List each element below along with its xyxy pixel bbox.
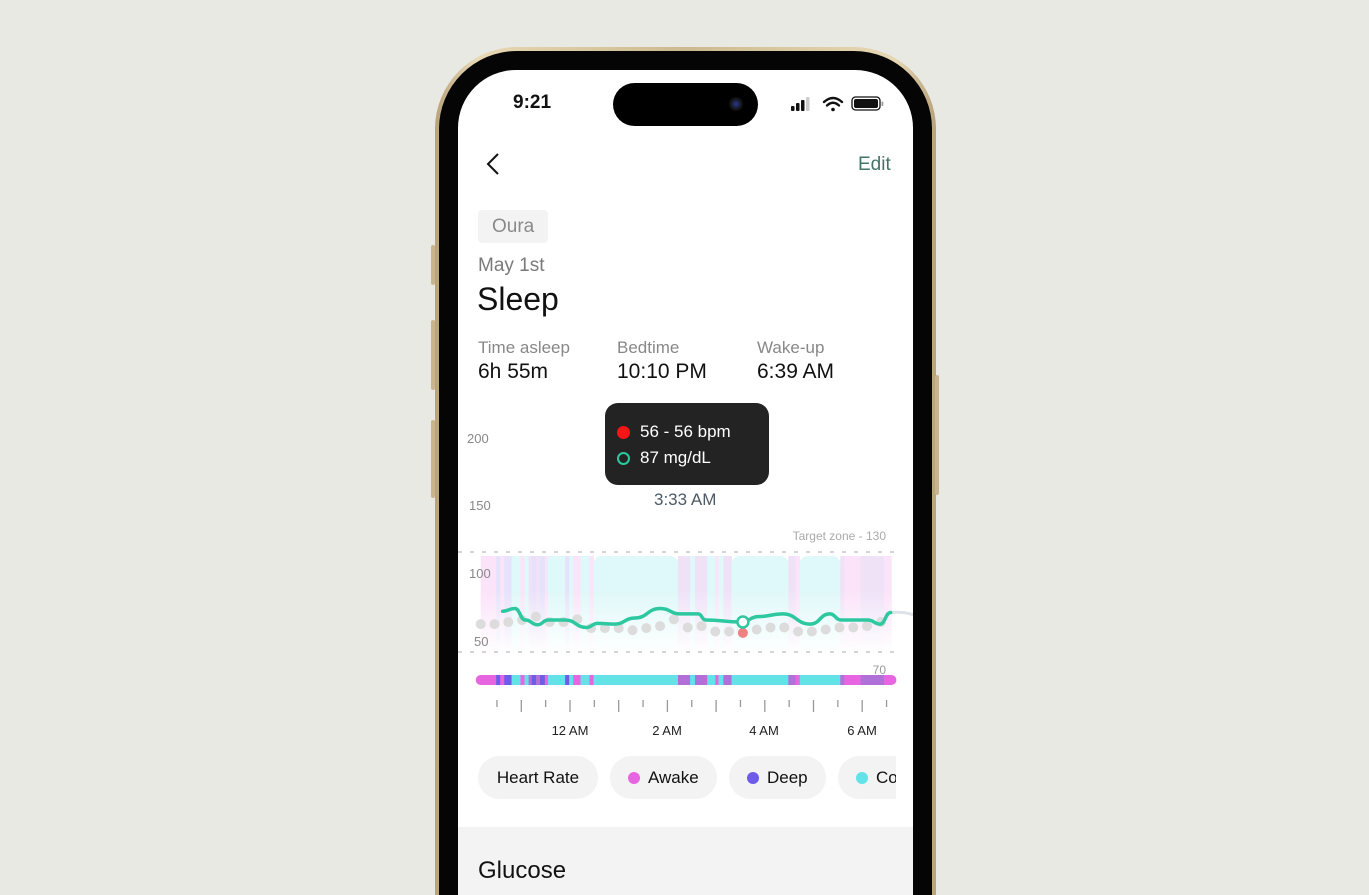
stage-segment-core xyxy=(718,675,724,685)
stage-segment-rem xyxy=(840,675,845,685)
stage-segment-core xyxy=(548,675,566,685)
heart-rate-dot xyxy=(779,622,790,633)
stage-segment-rem xyxy=(535,675,541,685)
heart-rate-dot xyxy=(710,626,721,637)
heart-rate-dot xyxy=(627,625,638,636)
stage-segment-rem xyxy=(677,675,691,685)
stage-segment-deep xyxy=(496,675,501,685)
stage-segment-awake xyxy=(573,675,581,685)
stage-segment-awake xyxy=(844,675,861,685)
stage-segment-core xyxy=(524,675,529,685)
heart-rate-dot-icon xyxy=(617,425,630,439)
heart-rate-dot xyxy=(793,626,804,637)
tooltip-glucose: 87 mg/dL xyxy=(640,448,711,467)
stage-segment-core xyxy=(511,675,521,685)
legend-pills-scroller[interactable]: Heart Rate Awake Deep Co xyxy=(458,750,896,810)
stage-segment-deep xyxy=(565,675,570,685)
heart-rate-dot xyxy=(489,619,500,630)
core-dot-icon xyxy=(856,771,868,784)
pill-label: Co xyxy=(876,767,896,787)
stage-segment-core xyxy=(799,675,841,685)
glucose-ring-icon xyxy=(617,451,630,465)
stage-segment-deep xyxy=(531,675,537,685)
stage-segment-rem xyxy=(528,675,533,685)
heart-rate-dot xyxy=(724,626,735,637)
x-tick-12am: 12 AM xyxy=(552,723,589,738)
stage-segment-core xyxy=(707,675,716,685)
y-tick-150: 150 xyxy=(469,498,491,513)
heart-rate-dot xyxy=(503,617,514,628)
heart-rate-dot xyxy=(862,621,873,632)
stage-segment-awake xyxy=(520,675,525,685)
chart-tooltip: 56 - 56 bpm 87 mg/dL xyxy=(605,403,769,485)
stage-segment-rem xyxy=(788,675,796,685)
pill-core[interactable]: Co xyxy=(838,756,896,799)
stage-segment-rem xyxy=(723,675,732,685)
stage-bar-end-cap xyxy=(886,675,897,685)
heart-rate-dot xyxy=(641,623,652,634)
stage-segment-core xyxy=(690,675,696,685)
tooltip-heart-rate: 56 - 56 bpm xyxy=(640,422,731,441)
pill-label: Deep xyxy=(767,767,808,787)
glucose-highlight-marker[interactable] xyxy=(736,615,750,629)
heart-rate-dot xyxy=(655,621,666,632)
heart-rate-dot xyxy=(530,611,541,622)
stage-segment-core xyxy=(593,675,679,685)
stage-segment-awake xyxy=(795,675,801,685)
stage-segment-core xyxy=(569,675,574,685)
sleep-stage-bar xyxy=(475,675,897,685)
stage-segment-awake xyxy=(544,675,549,685)
x-tick-4am: 4 AM xyxy=(749,723,779,738)
heart-rate-dot xyxy=(696,621,707,632)
stage-segment-core xyxy=(731,675,789,685)
x-axis-ticks xyxy=(496,700,888,712)
pill-deep[interactable]: Deep xyxy=(729,756,826,799)
stage-bar-start-cap xyxy=(475,675,486,685)
x-tick-6am: 6 AM xyxy=(847,723,877,738)
heart-rate-dot xyxy=(737,627,748,638)
heart-rate-dot xyxy=(682,622,693,633)
stage-segment-deep xyxy=(504,675,512,685)
target-zone-label: Target zone - 130 xyxy=(793,529,887,543)
x-tick-2am: 2 AM xyxy=(652,723,682,738)
glucose-section-title: Glucose xyxy=(478,857,567,884)
heart-rate-dot xyxy=(475,619,486,630)
heart-rate-dot xyxy=(806,626,817,637)
heart-rate-dot xyxy=(765,622,776,633)
stage-segment-awake xyxy=(589,675,594,685)
stage-bar-label: 70 xyxy=(873,663,887,677)
stage-segment-rem xyxy=(694,675,708,685)
stage-segment-core xyxy=(580,675,590,685)
stage-segment-awake xyxy=(500,675,505,685)
y-tick-200: 200 xyxy=(467,431,489,446)
deep-dot-icon xyxy=(747,771,759,784)
heart-rate-dot xyxy=(820,624,831,635)
pill-heart-rate[interactable]: Heart Rate xyxy=(478,756,598,799)
awake-dot-icon xyxy=(628,771,640,784)
stage-segment-deep xyxy=(539,675,546,685)
stage-segment-awake xyxy=(715,675,719,685)
pill-label: Awake xyxy=(648,767,699,787)
tooltip-time: 3:33 AM xyxy=(654,490,717,509)
heart-rate-dot xyxy=(834,622,845,633)
heart-rate-dot xyxy=(668,614,679,625)
heart-rate-dot xyxy=(751,624,762,635)
heart-rate-dot xyxy=(848,622,859,633)
y-tick-100: 100 xyxy=(469,566,491,581)
pill-awake[interactable]: Awake xyxy=(610,756,717,799)
y-tick-50: 50 xyxy=(474,634,488,649)
pill-label: Heart Rate xyxy=(496,767,580,787)
